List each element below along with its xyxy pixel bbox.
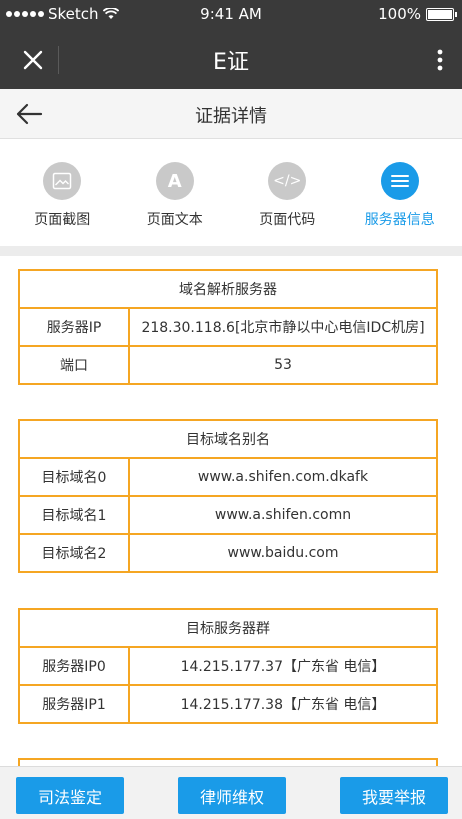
row-key: 服务器IP1 (18, 684, 130, 724)
text-icon: A (155, 162, 194, 200)
row-key: 服务器IP (18, 307, 130, 347)
table-row: 目标域名0 www.a.shifen.com.dkafk (18, 457, 438, 497)
table-row: 目标域名2 www.baidu.com (18, 533, 438, 573)
domain-alias-table: 目标域名别名 目标域名0 www.a.shifen.com.dkafk 目标域名… (18, 419, 438, 573)
table-row: 目标域名1 www.a.shifen.comn (18, 495, 438, 535)
battery-group: 100% (378, 5, 457, 23)
row-value: 218.30.118.6[北京市静以中心电信IDC机房] (128, 307, 438, 347)
next-table-partial (18, 758, 438, 766)
table-title: 目标服务器群 (18, 608, 438, 648)
table-title: 域名解析服务器 (18, 269, 438, 309)
nav-bar: 证据详情 (0, 89, 462, 139)
tab-server-info[interactable]: 服务器信息 (350, 140, 450, 246)
section-divider (0, 246, 462, 256)
more-menu-icon[interactable] (436, 48, 444, 72)
bottom-action-bar: 司法鉴定 律师维权 我要举报 (0, 766, 462, 819)
app-title: E证 (213, 50, 249, 75)
report-button[interactable]: 我要举报 (340, 777, 448, 814)
row-value: www.a.shifen.com.dkafk (128, 457, 438, 497)
code-icon: </> (268, 162, 307, 200)
row-value: 53 (128, 345, 438, 385)
image-icon (43, 162, 82, 200)
page-title: 证据详情 (195, 106, 267, 127)
row-value: 14.215.177.38【广东省 电信】 (128, 684, 438, 724)
status-bar: Sketch 9:41 AM 100% (0, 0, 462, 30)
table-header-row: 域名解析服务器 (18, 269, 438, 309)
table-title-partial (18, 758, 438, 766)
judicial-appraisal-button[interactable]: 司法鉴定 (16, 777, 124, 814)
table-row: 端口 53 (18, 345, 438, 385)
table-header-row: 目标域名别名 (18, 419, 438, 459)
list-icon (380, 162, 419, 200)
row-key: 目标域名1 (18, 495, 130, 535)
row-key: 服务器IP0 (18, 646, 130, 686)
row-value: www.a.shifen.comn (128, 495, 438, 535)
table-row: 服务器IP 218.30.118.6[北京市静以中心电信IDC机房] (18, 307, 438, 347)
table-header-row: 目标服务器群 (18, 608, 438, 648)
app-bar: E证 (0, 30, 462, 89)
tab-text[interactable]: A 页面文本 (125, 140, 225, 246)
tab-label: 服务器信息 (364, 212, 435, 228)
battery-percent: 100% (378, 5, 421, 23)
tab-label: 页面代码 (259, 212, 316, 228)
row-key: 端口 (18, 345, 130, 385)
tab-code[interactable]: </> 页面代码 (237, 140, 337, 246)
tab-label: 页面文本 (146, 212, 203, 228)
lawyer-rights-button[interactable]: 律师维权 (178, 777, 286, 814)
row-key: 目标域名0 (18, 457, 130, 497)
tab-screenshot[interactable]: 页面截图 (12, 140, 112, 246)
evidence-tabs: 页面截图 A 页面文本 </> 页面代码 服务器信息 (0, 140, 462, 246)
row-value: 14.215.177.37【广东省 电信】 (128, 646, 438, 686)
table-row: 服务器IP1 14.215.177.38【广东省 电信】 (18, 684, 438, 724)
row-key: 目标域名2 (18, 533, 130, 573)
battery-icon (426, 7, 457, 21)
tab-label: 页面截图 (34, 212, 91, 228)
table-row: 服务器IP0 14.215.177.37【广东省 电信】 (18, 646, 438, 686)
row-value: www.baidu.com (128, 533, 438, 573)
server-info-content[interactable]: 域名解析服务器 服务器IP 218.30.118.6[北京市静以中心电信IDC机… (0, 256, 462, 766)
table-title: 目标域名别名 (18, 419, 438, 459)
dns-server-table: 域名解析服务器 服务器IP 218.30.118.6[北京市静以中心电信IDC机… (18, 269, 438, 385)
server-cluster-table: 目标服务器群 服务器IP0 14.215.177.37【广东省 电信】 服务器I… (18, 608, 438, 724)
